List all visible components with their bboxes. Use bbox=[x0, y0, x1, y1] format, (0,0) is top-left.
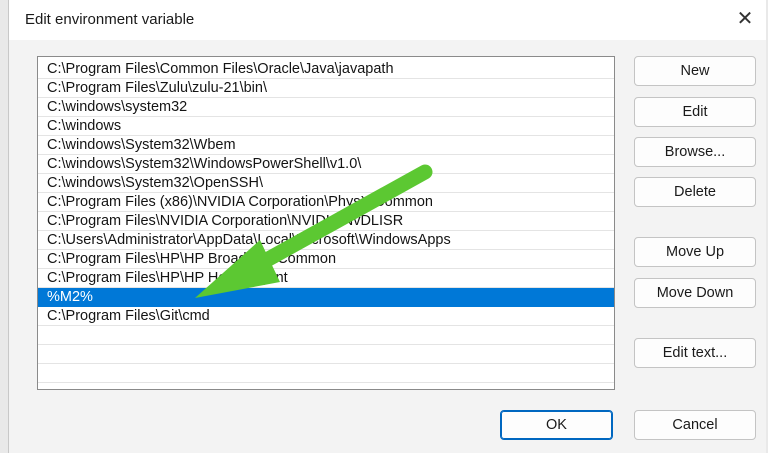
cancel-button[interactable]: Cancel bbox=[634, 410, 756, 440]
list-item[interactable]: %M2% bbox=[38, 288, 614, 307]
edit-text-button[interactable]: Edit text... bbox=[634, 338, 756, 368]
edit-button[interactable]: Edit bbox=[634, 97, 756, 127]
list-item[interactable]: C:\windows\System32\WindowsPowerShell\v1… bbox=[38, 155, 614, 174]
list-item[interactable]: C:\windows\system32 bbox=[38, 98, 614, 117]
list-item[interactable]: C:\Program Files (x86)\NVIDIA Corporatio… bbox=[38, 193, 614, 212]
list-item[interactable]: C:\Program Files\NVIDIA Corporation\NVID… bbox=[38, 212, 614, 231]
list-item[interactable]: C:\Program Files\Zulu\zulu-21\bin\ bbox=[38, 79, 614, 98]
move-up-button[interactable]: Move Up bbox=[634, 237, 756, 267]
list-item[interactable] bbox=[38, 326, 614, 345]
dialog-title: Edit environment variable bbox=[25, 11, 195, 28]
list-item[interactable] bbox=[38, 364, 614, 383]
close-icon[interactable]: ✕ bbox=[732, 6, 758, 32]
ok-button[interactable]: OK bbox=[500, 410, 613, 440]
list-item[interactable]: C:\Users\Administrator\AppData\Local\Mic… bbox=[38, 231, 614, 250]
list-item[interactable]: C:\Program Files\HP\HP Broadcast\Common bbox=[38, 250, 614, 269]
list-item[interactable]: C:\Program Files\HP\HP Home Agent bbox=[38, 269, 614, 288]
title-bar: Edit environment variable ✕ bbox=[9, 0, 766, 40]
delete-button[interactable]: Delete bbox=[634, 177, 756, 207]
edit-environment-variable-dialog: Edit environment variable ✕ C:\Program F… bbox=[8, 0, 766, 453]
list-item[interactable] bbox=[38, 345, 614, 364]
browse-button[interactable]: Browse... bbox=[634, 137, 756, 167]
list-item[interactable]: C:\Program Files\Common Files\Oracle\Jav… bbox=[38, 60, 614, 79]
move-down-button[interactable]: Move Down bbox=[634, 278, 756, 308]
list-item[interactable]: C:\windows\System32\Wbem bbox=[38, 136, 614, 155]
new-button[interactable]: New bbox=[634, 56, 756, 86]
list-item[interactable]: C:\Program Files\Git\cmd bbox=[38, 307, 614, 326]
path-list[interactable]: C:\Program Files\Common Files\Oracle\Jav… bbox=[37, 56, 615, 390]
list-item[interactable]: C:\windows\System32\OpenSSH\ bbox=[38, 174, 614, 193]
list-item[interactable]: C:\windows bbox=[38, 117, 614, 136]
